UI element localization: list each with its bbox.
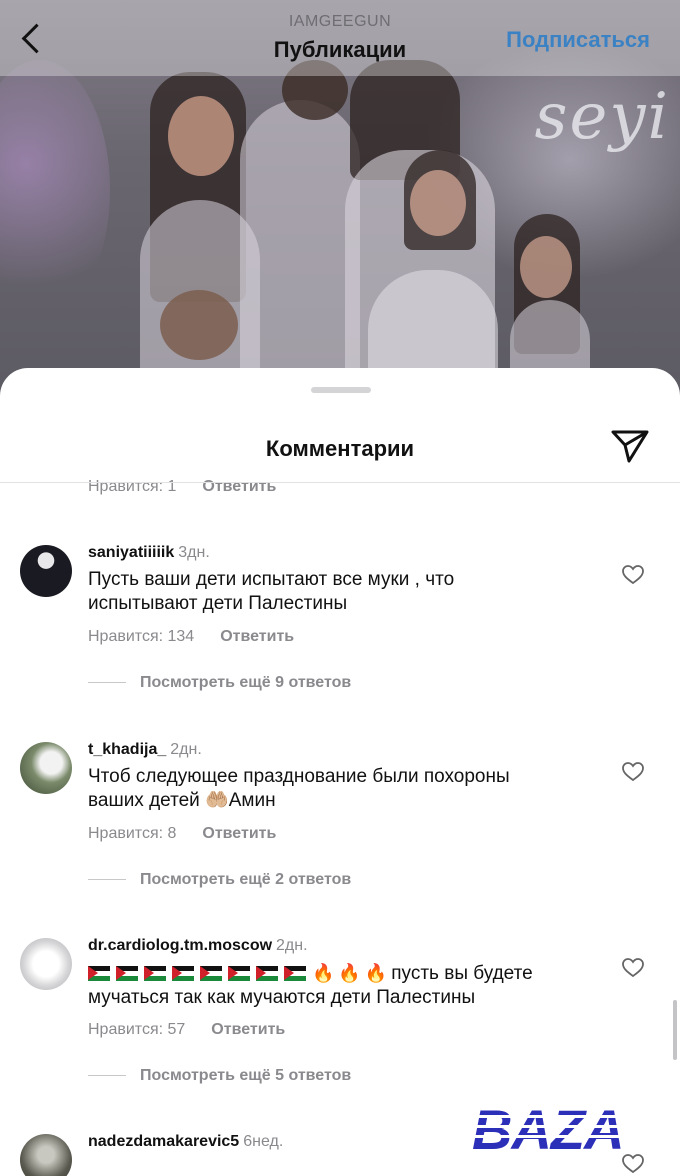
baza-watermark-logo: BAZA (472, 1098, 662, 1161)
view-replies-button[interactable]: Посмотреть ещё 9 ответов (88, 674, 351, 692)
like-count: Нравится: 1 (88, 478, 177, 495)
comment-header: nadezdamakarevic5 6нед. (88, 1133, 283, 1151)
palestine-flag-emoji (88, 966, 110, 981)
comment-line: Пусть ваши дети испытают все муки , что (88, 569, 455, 590)
palestine-flag-emoji (144, 966, 166, 981)
comment-text: Чтоб следующее празднование были похорон… (88, 765, 588, 813)
backdrop-script-text: seyi (534, 80, 670, 154)
replies-divider-line (88, 682, 126, 684)
watermark-stripe (472, 1115, 662, 1118)
top-bar: IAMGEEGUN Публикации Подписаться (0, 0, 680, 76)
palestine-flag-emoji (256, 966, 278, 981)
fire-emoji: 🔥 (312, 963, 335, 983)
comment-header: saniyatiiiiik 3дн. (88, 544, 210, 562)
comment-header: dr.cardiolog.tm.moscow 2дн. (88, 937, 308, 955)
palestine-flag-emoji (200, 966, 222, 981)
figure-man (240, 100, 360, 400)
comment-text-fragment: пусть вы будете (391, 963, 533, 984)
username[interactable]: nadezdamakarevic5 (88, 1133, 239, 1150)
figure-face (520, 236, 572, 298)
figure-face (410, 170, 466, 236)
watermark-stripe (472, 1135, 662, 1138)
comment-meta: Нравится: 8 Ответить (88, 825, 276, 843)
figure-face (168, 96, 234, 176)
comment-age: 2дн. (276, 937, 308, 954)
replies-divider-line (88, 879, 126, 881)
praying-hands-emoji: 🤲🏼 (205, 790, 229, 811)
reply-button[interactable]: Ответить (211, 1021, 285, 1038)
view-replies-button[interactable]: Посмотреть ещё 5 ответов (88, 1067, 351, 1085)
palestine-flag-emoji (228, 966, 250, 981)
comment-line: 🔥 🔥 🔥 пусть вы будете (88, 961, 608, 986)
palestine-flag-emoji (284, 966, 306, 981)
reply-button[interactable]: Ответить (202, 825, 276, 842)
username[interactable]: t_khadija_ (88, 741, 166, 758)
comment-line: Чтоб следующее празднование были похорон… (88, 766, 510, 787)
avatar[interactable] (20, 545, 72, 597)
comment-age: 6нед. (243, 1133, 284, 1150)
sheet-grabber[interactable] (311, 387, 371, 393)
previous-comment-meta: Нравится: 1 Ответить (88, 478, 302, 496)
comment-text: 🔥 🔥 🔥 пусть вы будете мучаться так как муча… (88, 961, 608, 1010)
heart-icon[interactable] (622, 958, 644, 978)
sheet-divider (0, 482, 680, 483)
watermark-stripe (472, 1125, 662, 1128)
replies-divider-line (88, 1075, 126, 1077)
sheet-title: Комментарии (265, 436, 415, 461)
heart-icon[interactable] (622, 565, 644, 585)
heart-icon[interactable] (622, 1154, 644, 1174)
comment-text: Пусть ваши дети испытают все муки , что … (88, 568, 588, 616)
view-replies-label: Посмотреть ещё 9 ответов (140, 674, 352, 691)
comment-text-fragment: ваших детей (88, 790, 200, 811)
avatar[interactable] (20, 1134, 72, 1176)
flower-decoration (0, 60, 110, 320)
reply-button[interactable]: Ответить (220, 628, 294, 645)
comment-age: 3дн. (178, 544, 210, 561)
username[interactable]: saniyatiiiiik (88, 544, 174, 561)
comment-age: 2дн. (170, 741, 202, 758)
heart-icon[interactable] (622, 762, 644, 782)
like-count[interactable]: Нравится: 57 (88, 1021, 185, 1038)
comment-line: мучаться так как мучаются дети Палестины (88, 987, 476, 1008)
comments-sheet: Комментарии Нравится: 1 Ответить saniyati… (0, 368, 680, 1176)
like-count[interactable]: Нравится: 8 (88, 825, 176, 842)
username[interactable]: dr.cardiolog.tm.moscow (88, 937, 272, 954)
avatar[interactable] (20, 938, 72, 990)
reply-button[interactable]: Ответить (202, 478, 276, 495)
follow-button[interactable]: Подписаться (506, 27, 650, 53)
comment-text-fragment: Амин (228, 790, 276, 811)
view-replies-label: Посмотреть ещё 5 ответов (140, 1067, 352, 1084)
comment-meta: Нравится: 134 Ответить (88, 628, 294, 646)
figure-boy (160, 290, 238, 360)
fire-emoji: 🔥 (338, 963, 361, 983)
palestine-flag-emoji (116, 966, 138, 981)
view-replies-label: Посмотреть ещё 2 ответов (140, 871, 352, 888)
fire-emoji: 🔥 (364, 963, 388, 983)
comment-meta: Нравится: 57 Ответить (88, 1021, 285, 1039)
paper-plane-icon[interactable] (610, 428, 650, 464)
scrollbar[interactable] (673, 1000, 677, 1060)
view-replies-button[interactable]: Посмотреть ещё 2 ответов (88, 871, 351, 889)
comment-line: ваших детей 🤲🏼Амин (88, 789, 588, 813)
comment-line: испытывают дети Палестины (88, 593, 348, 614)
avatar[interactable] (20, 742, 72, 794)
like-count[interactable]: Нравится: 134 (88, 628, 194, 645)
comment-header: t_khadija_ 2дн. (88, 741, 202, 759)
palestine-flag-emoji (172, 966, 194, 981)
watermark-text: BAZA (472, 1098, 625, 1161)
